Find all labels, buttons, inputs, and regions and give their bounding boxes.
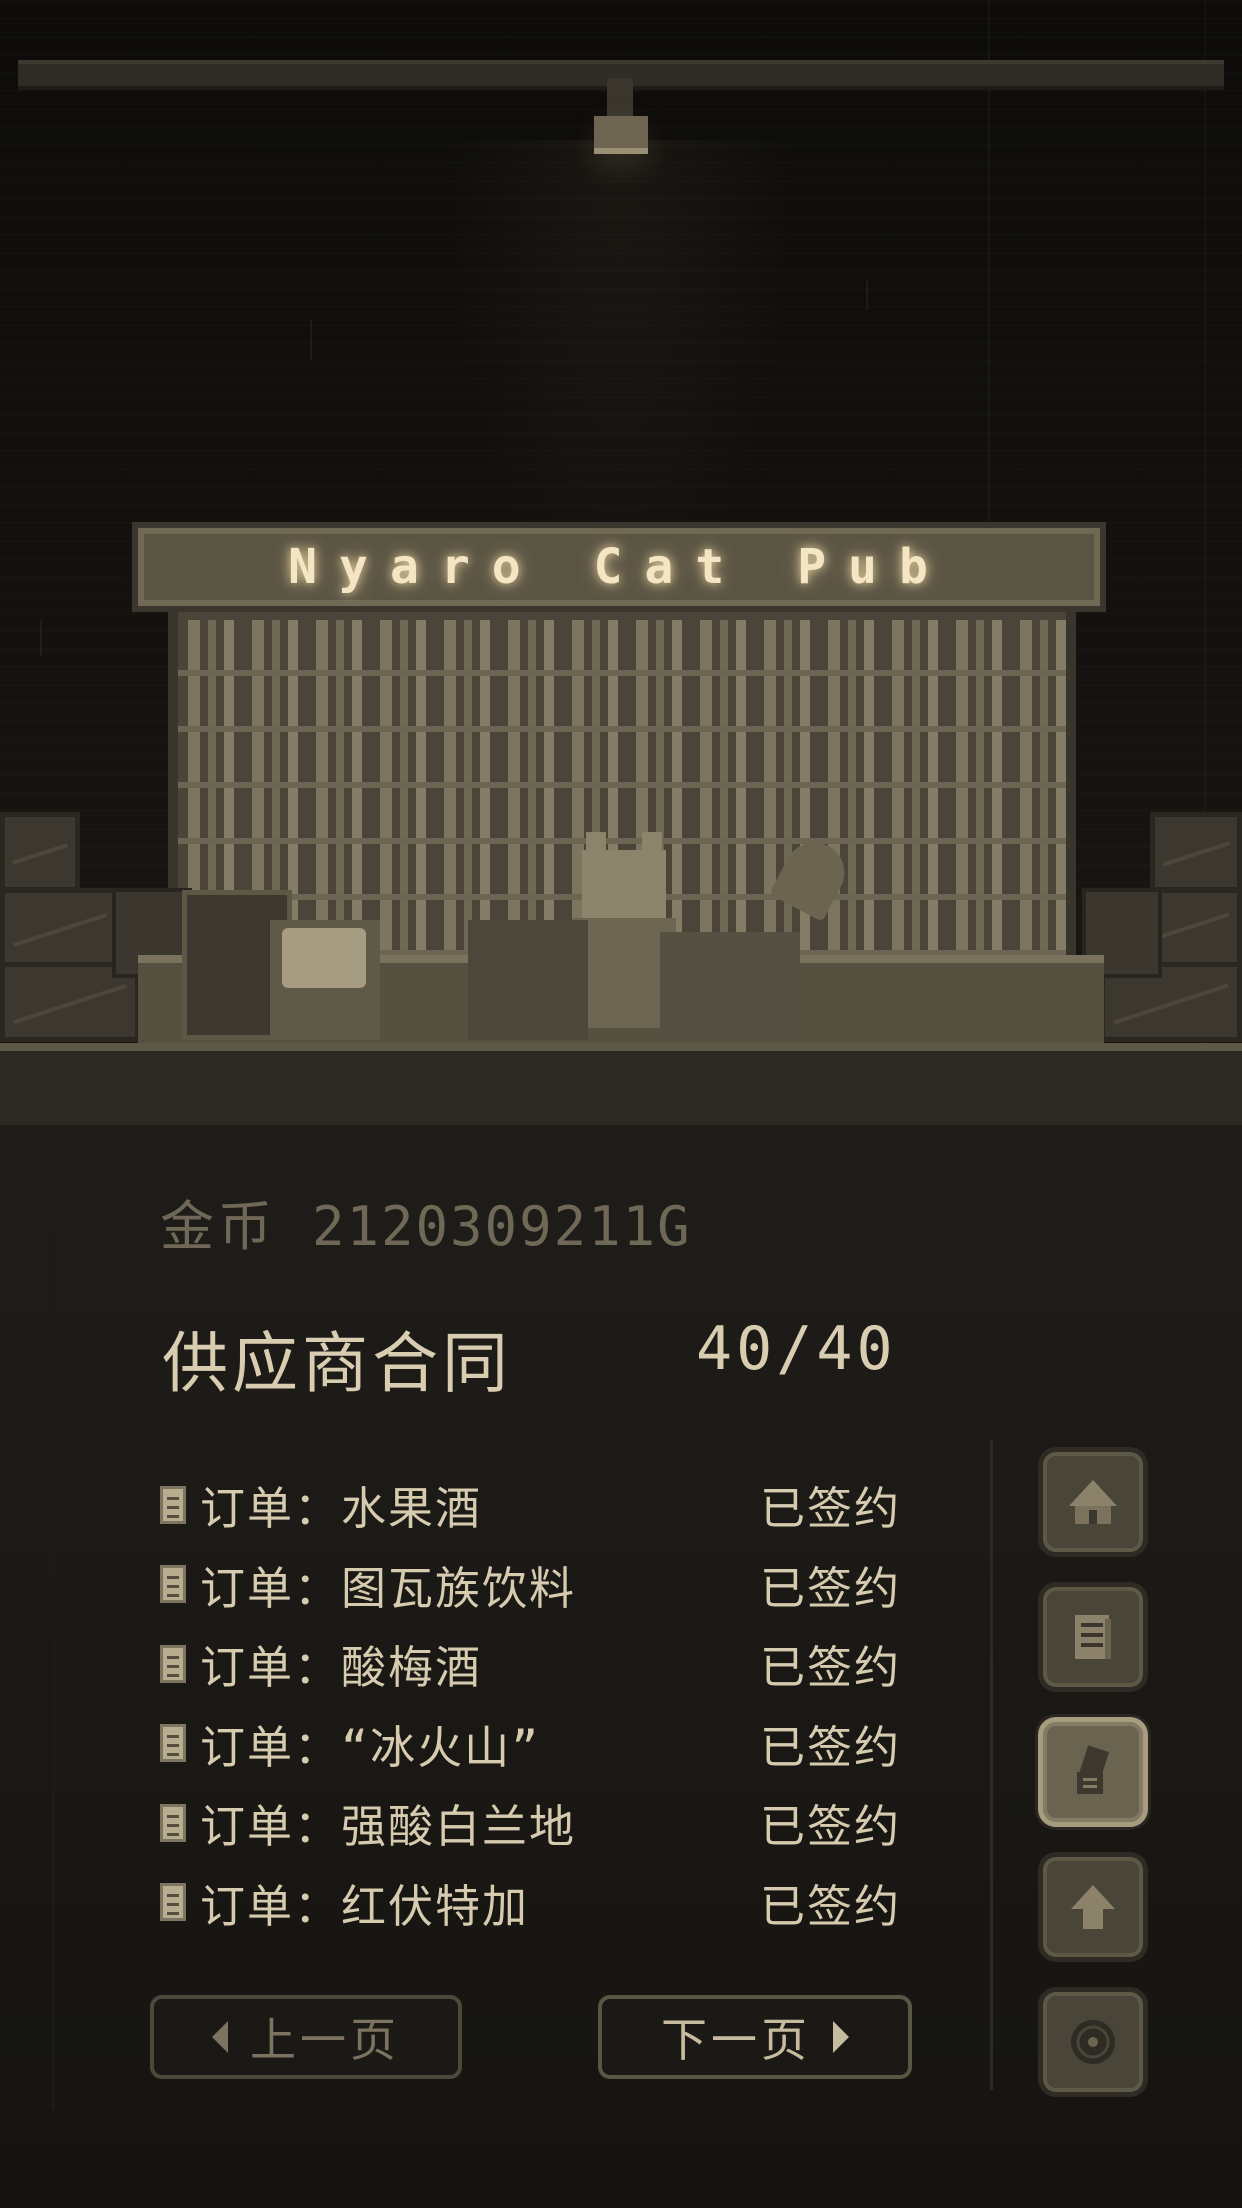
crate [1150, 812, 1242, 892]
pub-scene: Nyaro Cat Pub [0, 0, 1242, 1125]
panel-edge [52, 1230, 55, 2110]
crate [0, 888, 120, 968]
list-divider [990, 1440, 993, 2090]
pub-sign-text: Nyaro Cat Pub [288, 539, 950, 595]
music-button[interactable] [1038, 1987, 1148, 2097]
order-row[interactable]: 订单：图瓦族饮料 已签约 [160, 1545, 920, 1625]
order-document-icon [160, 1883, 186, 1922]
gold-display: 金币 2120309211G [160, 1182, 692, 1261]
order-row[interactable]: 订单：红伏特加 已签约 [160, 1863, 920, 1943]
order-document-icon [160, 1644, 186, 1683]
next-page-button[interactable]: 下一页 [598, 1995, 912, 2079]
order-status: 已签约 [760, 1641, 902, 1695]
ceiling-lamp-icon [594, 116, 648, 154]
order-name: 订单：水果酒 [200, 1482, 483, 1536]
lamp-stem [607, 78, 633, 118]
record-disc-icon [1071, 2020, 1115, 2064]
order-row[interactable]: 订单：酸梅酒 已签约 [160, 1624, 920, 1704]
order-row[interactable]: 订单：水果酒 已签约 [160, 1465, 920, 1545]
shelf-row [178, 620, 1066, 676]
order-name: 订单：图瓦族饮料 [200, 1561, 577, 1615]
rain-streak [310, 320, 312, 360]
order-list: 订单：水果酒 已签约 订单：图瓦族饮料 已签约 订单：酸梅酒 已签约 订单：“冰… [160, 1465, 920, 1942]
documents-button[interactable] [1038, 1582, 1148, 1692]
shelf-row [178, 732, 1066, 788]
order-document-icon [160, 1803, 186, 1842]
rain-streak [866, 280, 868, 310]
order-status: 已签约 [760, 1800, 902, 1854]
upgrade-arrow-icon [1071, 1885, 1115, 1929]
gold-amount: 2120309211G [312, 1195, 692, 1258]
order-document-icon [160, 1565, 186, 1604]
shelf-row [178, 788, 1066, 844]
order-name: 订单：“冰火山” [200, 1720, 541, 1774]
order-row[interactable]: 订单：强酸白兰地 已签约 [160, 1783, 920, 1863]
order-status: 已签约 [760, 1879, 902, 1933]
contracts-button[interactable] [1038, 1717, 1148, 1827]
document-icon [1075, 1615, 1111, 1659]
floor [0, 1043, 1242, 1125]
order-name: 订单：红伏特加 [200, 1879, 530, 1933]
order-document-icon [160, 1485, 186, 1524]
contracts-title: 供应商合同 [162, 1325, 512, 1402]
crate [0, 812, 80, 892]
contract-scroll-icon [1077, 1745, 1110, 1794]
house-icon [1069, 1480, 1117, 1524]
arrow-right-icon [833, 2021, 849, 2053]
patron-character [468, 920, 588, 1040]
order-name: 订单：强酸白兰地 [200, 1800, 577, 1854]
prev-page-label: 上一页 [250, 2013, 400, 2067]
arrow-left-icon [212, 2021, 228, 2053]
order-status: 已签约 [760, 1720, 902, 1774]
prev-page-button[interactable]: 上一页 [150, 1995, 462, 2079]
gold-label: 金币 [160, 1195, 276, 1258]
order-name: 订单：酸梅酒 [200, 1641, 483, 1695]
order-row[interactable]: 订单：“冰火山” 已签约 [160, 1704, 920, 1784]
home-button[interactable] [1038, 1447, 1148, 1557]
shelf-row [178, 676, 1066, 732]
order-status: 已签约 [760, 1561, 902, 1615]
cat-bartender-head [582, 832, 666, 920]
contracts-count: 40/40 [696, 1314, 897, 1384]
rain-streak [40, 620, 42, 656]
patron-character-head [282, 928, 366, 988]
upgrade-button[interactable] [1038, 1852, 1148, 1962]
next-page-label: 下一页 [661, 2013, 811, 2067]
order-status: 已签约 [760, 1482, 902, 1536]
pub-sign: Nyaro Cat Pub [132, 522, 1106, 612]
patron-character [660, 932, 800, 1040]
order-document-icon [160, 1724, 186, 1763]
